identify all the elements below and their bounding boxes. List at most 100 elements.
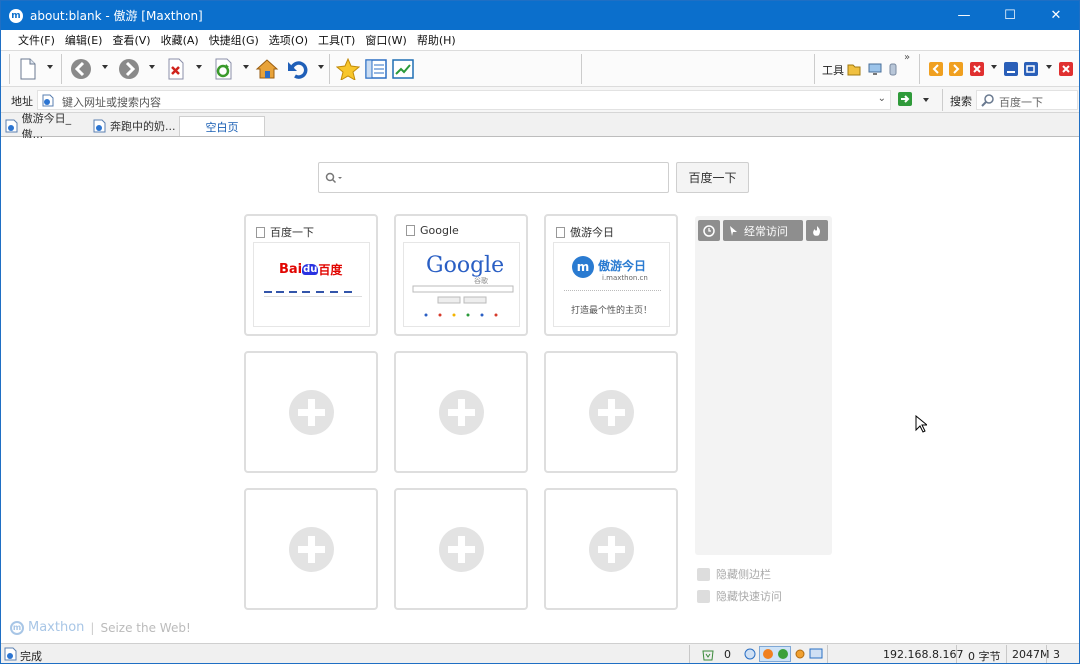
close-button[interactable]: ✕ xyxy=(1033,1,1079,30)
forward-dropdown[interactable] xyxy=(149,65,155,69)
restore-tab-icon[interactable] xyxy=(1023,57,1039,81)
hide-quick-access-link[interactable]: 隐藏快速访问 xyxy=(697,588,782,604)
speed-dial-search-button[interactable]: 百度一下 xyxy=(676,162,749,193)
refresh-dropdown[interactable] xyxy=(243,65,249,69)
close-tab-dropdown[interactable] xyxy=(991,65,997,69)
cursor-icon xyxy=(730,225,737,236)
stop-dropdown[interactable] xyxy=(196,65,202,69)
speed-dial-empty-slot[interactable] xyxy=(244,488,378,610)
menu-file[interactable]: 文件(F) xyxy=(13,32,60,48)
bytes-count: 0 字节 xyxy=(968,650,1001,663)
forward-icon[interactable] xyxy=(117,57,141,81)
refresh-icon[interactable] xyxy=(213,57,235,81)
settings-gear-icon[interactable] xyxy=(793,647,807,661)
speed-dial-search-input[interactable] xyxy=(318,162,669,193)
tab-maxthon-today[interactable]: 傲游今日_傲... xyxy=(5,112,91,141)
speed-dial-card-baidu[interactable]: 百度一下 Bai du 百度 xyxy=(244,214,378,336)
hide-sidebar-link[interactable]: 隐藏侧边栏 xyxy=(697,566,771,582)
folder-tool-icon[interactable] xyxy=(846,57,862,81)
hide-sidebar-label: 隐藏侧边栏 xyxy=(716,568,771,581)
recycle-icon[interactable] xyxy=(701,647,715,661)
search-placeholder: 百度一下 xyxy=(999,96,1043,109)
minimize-button[interactable]: — xyxy=(941,1,987,30)
close-tab-icon[interactable] xyxy=(969,57,985,81)
menu-options[interactable]: 选项(O) xyxy=(264,32,313,48)
menu-groups[interactable]: 快捷组(G) xyxy=(204,32,264,48)
add-icon[interactable] xyxy=(589,390,634,435)
watermark-brand: Maxthon xyxy=(28,620,85,635)
sidebar-panel-icon[interactable] xyxy=(364,57,388,81)
search-engine-icon[interactable] xyxy=(325,172,343,184)
speed-dial-empty-slot[interactable] xyxy=(544,488,678,610)
prev-tab-icon[interactable] xyxy=(928,57,944,81)
status-active-tools[interactable] xyxy=(759,646,791,662)
tab-panda[interactable]: 奔跑中的奶... xyxy=(93,116,179,136)
screen-icon[interactable] xyxy=(809,647,823,661)
close-all-icon[interactable] xyxy=(1058,57,1074,81)
home-icon[interactable] xyxy=(255,57,279,81)
screenshot-icon[interactable] xyxy=(391,57,415,81)
speed-dial-empty-slot[interactable] xyxy=(394,488,528,610)
baidu-logo-right: 百度 xyxy=(318,263,343,277)
speed-dial-page: 百度一下 百度一下 Bai du 百度 Google Google 谷歌 傲游今… xyxy=(1,138,1079,643)
address-bar: 地址 键入网址或搜索内容 ⌄ 搜索 百度一下 xyxy=(1,87,1079,113)
card-title: 百度一下 xyxy=(270,226,314,239)
menu-view[interactable]: 查看(V) xyxy=(107,32,155,48)
back-dropdown[interactable] xyxy=(102,65,108,69)
speed-dial-empty-slot[interactable] xyxy=(394,351,528,473)
menu-window[interactable]: 窗口(W) xyxy=(360,32,411,48)
toolbar-separator xyxy=(814,54,815,84)
address-history-dropdown[interactable]: ⌄ xyxy=(878,93,886,104)
toolbar-separator xyxy=(581,54,582,84)
network-icon[interactable] xyxy=(743,647,757,661)
restore-tab-dropdown[interactable] xyxy=(1046,65,1052,69)
toolbar-separator xyxy=(919,54,920,84)
add-icon[interactable] xyxy=(589,527,634,572)
status-separator xyxy=(689,645,690,663)
add-icon[interactable] xyxy=(289,527,334,572)
main-toolbar: 工具 » xyxy=(1,51,1079,87)
tab-blank-active[interactable]: 空白页 xyxy=(179,116,265,136)
stop-icon[interactable] xyxy=(165,57,187,81)
add-icon[interactable] xyxy=(439,527,484,572)
cleaner-tool-icon[interactable] xyxy=(887,57,899,81)
status-text: 完成 xyxy=(20,650,42,663)
menu-tools[interactable]: 工具(T) xyxy=(313,32,360,48)
maximize-button[interactable]: ☐ xyxy=(987,1,1033,30)
menu-help[interactable]: 帮助(H) xyxy=(412,32,461,48)
undo-icon[interactable] xyxy=(286,57,310,81)
list-icon xyxy=(697,567,710,581)
divider xyxy=(564,290,661,291)
menu-favorites[interactable]: 收藏(A) xyxy=(156,32,204,48)
baidu-thumbnail: Bai du 百度 xyxy=(253,242,370,327)
page-icon xyxy=(93,119,106,133)
speed-dial-card-google[interactable]: Google Google 谷歌 xyxy=(394,214,528,336)
card-title: Google xyxy=(420,224,459,237)
speed-dial-card-maxthon[interactable]: 傲游今日 m 傲游今日 i.maxthon.cn 打造最个性的主页！ xyxy=(544,214,678,336)
speed-dial-empty-slot[interactable] xyxy=(244,351,378,473)
menu-edit[interactable]: 编辑(E) xyxy=(60,32,108,48)
go-dropdown[interactable] xyxy=(923,98,929,102)
tools-label[interactable]: 工具 xyxy=(822,62,844,78)
monitor-tool-icon[interactable] xyxy=(867,57,883,81)
back-icon[interactable] xyxy=(69,57,93,81)
history-clock-icon[interactable] xyxy=(698,220,720,241)
new-page-dropdown[interactable] xyxy=(47,65,53,69)
status-separator xyxy=(956,645,957,663)
go-icon[interactable] xyxy=(898,92,912,106)
add-icon[interactable] xyxy=(289,390,334,435)
tools-overflow-icon[interactable]: » xyxy=(904,52,910,63)
page-icon xyxy=(42,94,54,107)
address-input[interactable]: 键入网址或搜索内容 ⌄ xyxy=(37,90,891,110)
frequent-visits-tab[interactable]: 经常访问 xyxy=(723,220,803,241)
new-page-icon[interactable] xyxy=(17,57,39,81)
favorites-star-icon[interactable] xyxy=(336,57,360,81)
hot-flame-icon[interactable] xyxy=(806,220,828,241)
maxthon-logo-icon: m xyxy=(9,8,23,23)
undo-dropdown[interactable] xyxy=(318,65,324,69)
next-tab-icon[interactable] xyxy=(948,57,964,81)
search-input[interactable]: 百度一下 xyxy=(976,90,1078,110)
speed-dial-empty-slot[interactable] xyxy=(544,351,678,473)
add-icon[interactable] xyxy=(439,390,484,435)
minimize-tab-icon[interactable] xyxy=(1003,57,1019,81)
